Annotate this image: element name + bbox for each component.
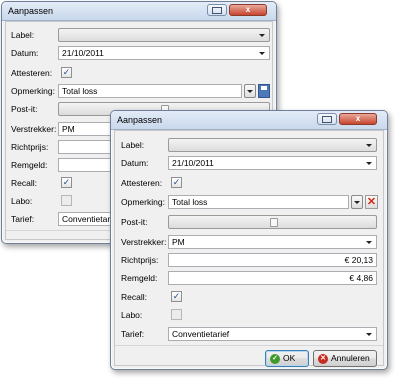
front-opmerking-dropdown-button[interactable]: [351, 195, 363, 209]
close-icon: x: [245, 5, 251, 14]
ok-button-label: OK: [283, 353, 296, 363]
front-datum-field[interactable]: 21/10/2011: [168, 156, 377, 170]
dropdown-arrow-icon: [354, 201, 360, 204]
back-titlebar[interactable]: Aanpassen x: [2, 2, 276, 21]
front-recall-label: Recall:: [121, 292, 147, 302]
back-label-select[interactable]: [58, 28, 270, 42]
front-attesteren-label: Attesteren:: [121, 178, 163, 188]
front-label-select[interactable]: [168, 138, 377, 152]
cancel-button-label: Annuleren: [331, 353, 370, 363]
front-window-title: Aanpassen: [117, 115, 163, 125]
front-tarief-select[interactable]: Conventietarief: [168, 327, 377, 341]
back-labo-label: Labo:: [11, 196, 33, 206]
back-remgeld-input[interactable]: [58, 158, 118, 172]
front-richtprijs-input[interactable]: € 20,13: [168, 253, 377, 267]
back-tarief-select[interactable]: Conventietarief: [58, 212, 119, 226]
front-titlebar[interactable]: Aanpassen x: [111, 111, 387, 130]
check-icon: ✓: [172, 177, 181, 187]
front-datum-label: Datum:: [121, 158, 149, 168]
front-dialog-window: Aanpassen x Label: Datum: 21/10/2011 Att…: [110, 110, 388, 370]
front-labo-checkbox[interactable]: [171, 309, 182, 320]
dropdown-arrow-icon: [259, 34, 265, 37]
ok-icon: ✓: [270, 353, 280, 364]
front-remgeld-input[interactable]: € 4,86: [168, 271, 377, 285]
back-richtprijs-input[interactable]: [58, 140, 118, 154]
front-attesteren-checkbox[interactable]: ✓: [171, 177, 182, 188]
back-datum-field[interactable]: 21/10/2011: [58, 46, 270, 60]
ok-button[interactable]: ✓ OK: [265, 350, 309, 367]
dropdown-arrow-icon: [366, 162, 372, 165]
front-recall-checkbox[interactable]: ✓: [171, 291, 182, 302]
front-labo-label: Labo:: [121, 310, 143, 320]
front-tarief-label: Tarief:: [121, 329, 145, 339]
back-attesteren-checkbox[interactable]: ✓: [61, 67, 72, 78]
back-close-button[interactable]: x: [229, 4, 267, 16]
back-remgeld-label: Remgeld:: [11, 160, 48, 170]
back-labo-checkbox[interactable]: [61, 195, 72, 206]
back-restore-button[interactable]: [207, 4, 227, 16]
restore-icon: [212, 7, 222, 14]
back-window-title: Aanpassen: [8, 6, 54, 16]
back-verstrekker-label: Verstrekker:: [11, 124, 57, 134]
restore-icon: [322, 116, 332, 123]
front-postit-label: Post-it:: [121, 217, 148, 227]
back-opmerking-label: Opmerking:: [11, 86, 55, 96]
front-remgeld-label: Remgeld:: [121, 273, 158, 283]
save-icon[interactable]: [258, 84, 270, 98]
back-datum-label: Datum:: [11, 48, 39, 58]
dropdown-arrow-icon: [366, 144, 372, 147]
front-client-area: Label: Datum: 21/10/2011 Attesteren: ✓ O…: [114, 130, 384, 367]
check-icon: ✓: [172, 291, 181, 301]
check-icon: ✓: [62, 177, 71, 187]
back-attesteren-label: Attesteren:: [11, 68, 53, 78]
back-opmerking-input[interactable]: Total loss: [58, 84, 242, 98]
front-opmerking-label: Opmerking:: [121, 197, 165, 207]
front-label-label: Label:: [121, 140, 145, 150]
back-opmerking-dropdown-button[interactable]: [244, 84, 256, 98]
postit-icon: [269, 218, 278, 227]
back-verstrekker-field[interactable]: PM: [58, 122, 118, 136]
front-postit-select[interactable]: [168, 215, 377, 229]
dropdown-arrow-icon: [366, 333, 372, 336]
dropdown-arrow-icon: [366, 241, 372, 244]
dropdown-arrow-icon: [247, 90, 253, 93]
front-divider: [115, 345, 383, 346]
back-label-label: Label:: [11, 30, 35, 40]
delete-icon[interactable]: ✕: [365, 195, 378, 209]
back-recall-checkbox[interactable]: ✓: [61, 177, 72, 188]
front-verstrekker-label: Verstrekker:: [121, 237, 167, 247]
close-icon: x: [355, 114, 361, 123]
back-tarief-label: Tarief:: [11, 214, 35, 224]
back-richtprijs-label: Richtprijs:: [11, 142, 49, 152]
front-restore-button[interactable]: [317, 113, 337, 125]
back-recall-label: Recall:: [11, 178, 37, 188]
front-verstrekker-select[interactable]: PM: [168, 235, 377, 249]
front-opmerking-input[interactable]: Total loss: [168, 195, 349, 209]
back-postit-label: Post-it:: [11, 104, 38, 114]
check-icon: ✓: [62, 67, 71, 77]
front-close-button[interactable]: x: [339, 113, 377, 125]
cancel-icon: ✕: [318, 353, 328, 364]
front-richtprijs-label: Richtprijs:: [121, 255, 159, 265]
dropdown-arrow-icon: [259, 52, 265, 55]
cancel-button[interactable]: ✕ Annuleren: [313, 350, 377, 367]
